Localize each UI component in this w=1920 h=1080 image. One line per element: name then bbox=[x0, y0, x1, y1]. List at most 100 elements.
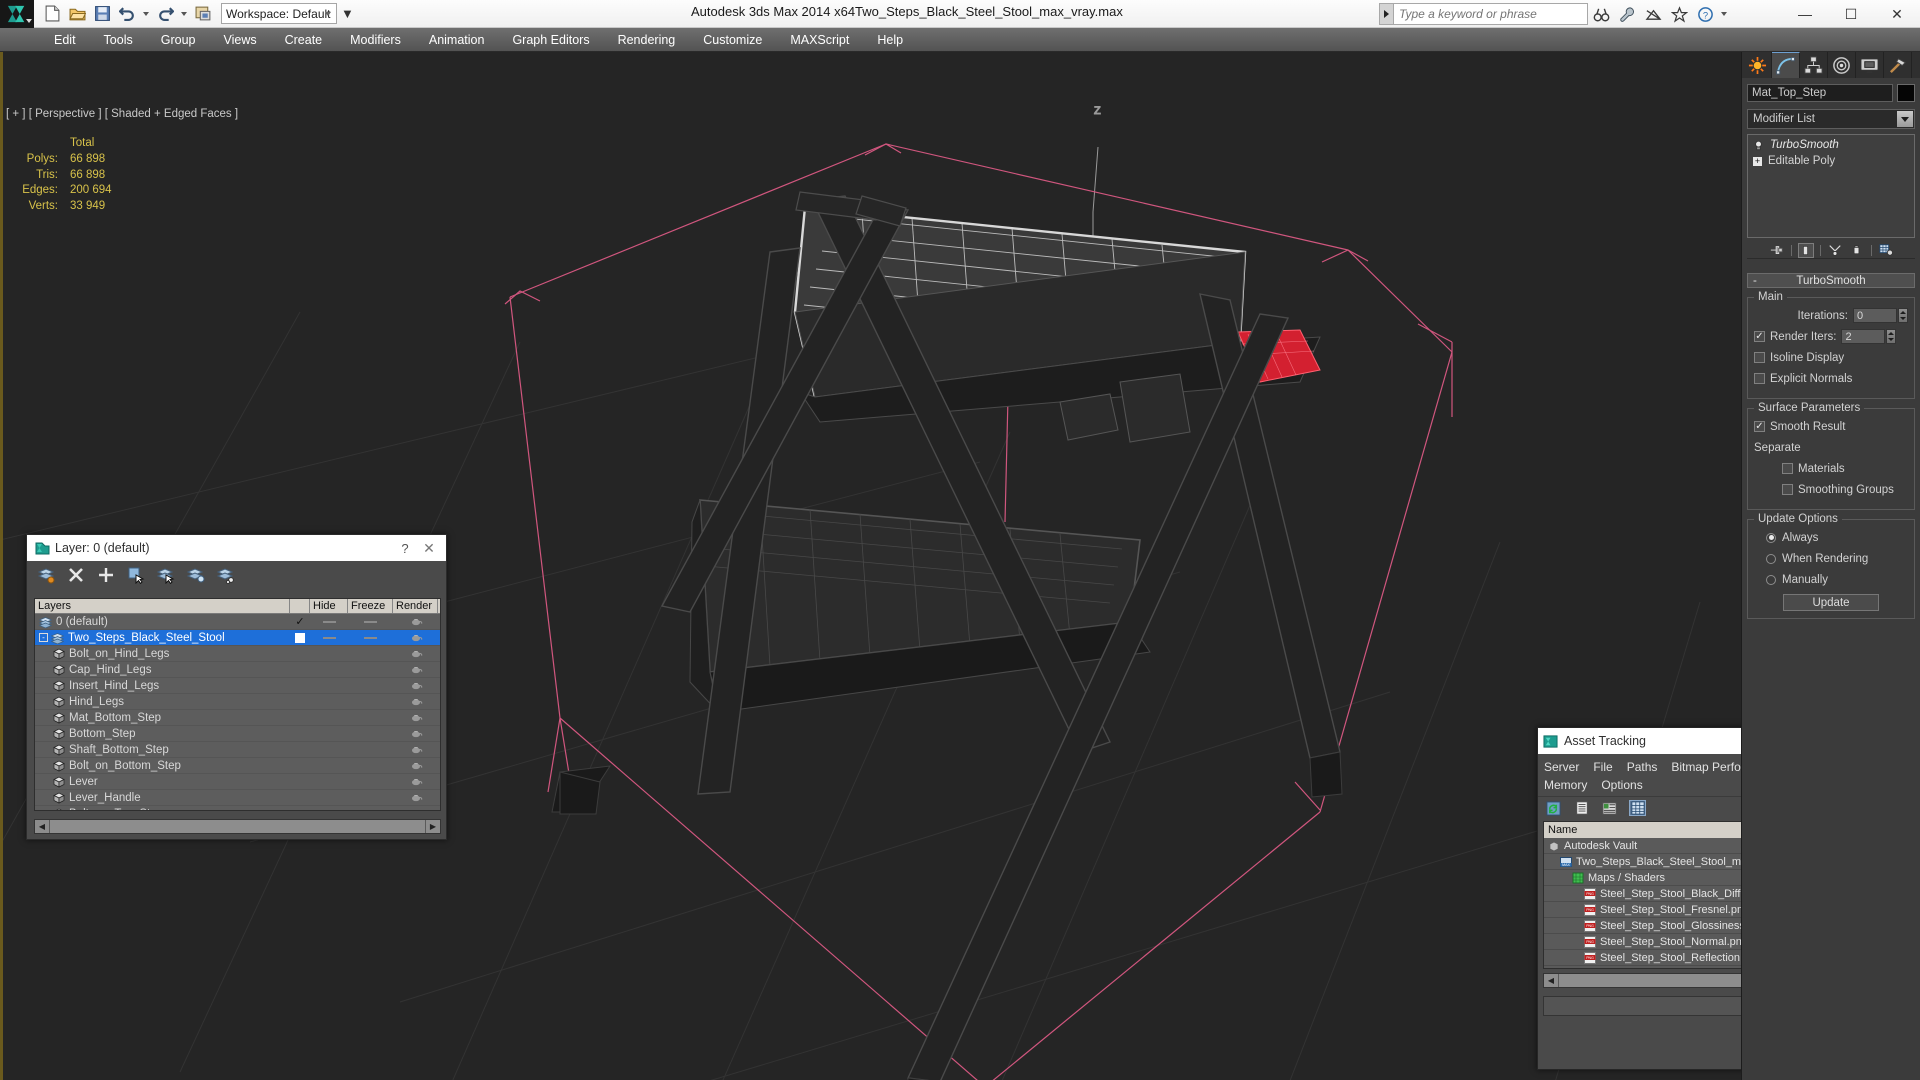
radio-manually[interactable] bbox=[1766, 574, 1776, 585]
radio-always-row[interactable]: Always bbox=[1754, 529, 1908, 546]
materials-checkbox[interactable] bbox=[1782, 463, 1793, 474]
highlight-selected-objects-icon[interactable] bbox=[155, 565, 176, 586]
layer-name-cell[interactable]: Mat_Bottom_Step bbox=[35, 712, 290, 724]
radio-always[interactable] bbox=[1766, 532, 1776, 543]
layer-render-cell[interactable] bbox=[393, 809, 438, 810]
pin-stack-icon[interactable] bbox=[1769, 243, 1785, 258]
rollout-header[interactable]: - TurboSmooth bbox=[1747, 273, 1915, 288]
lightbulb-icon[interactable] bbox=[1753, 140, 1764, 151]
modify-tab[interactable] bbox=[1772, 52, 1800, 78]
layer-render-cell[interactable] bbox=[393, 633, 438, 642]
refresh-icon[interactable] bbox=[1545, 800, 1562, 816]
layer-col-layers[interactable]: Layers bbox=[35, 599, 290, 613]
layer-color-cell[interactable] bbox=[438, 792, 440, 803]
layer-row[interactable]: Insert_Hind_Legs bbox=[35, 678, 440, 694]
layer-color-cell[interactable] bbox=[438, 808, 440, 810]
menu-item-edit[interactable]: Edit bbox=[40, 28, 90, 52]
layer-list[interactable]: Layers Hide Freeze Render Color 0 (defau… bbox=[34, 598, 441, 811]
object-name-field[interactable]: Mat_Top_Step bbox=[1747, 84, 1893, 102]
menu-item-modifiers[interactable]: Modifiers bbox=[336, 28, 415, 52]
add-layer-icon[interactable] bbox=[95, 565, 116, 586]
maximize-button[interactable]: ☐ bbox=[1828, 0, 1874, 28]
utilities-tab[interactable] bbox=[1884, 52, 1912, 78]
layer-list-hscrollbar[interactable]: ◀ ▶ bbox=[34, 819, 441, 834]
layer-current-cell[interactable]: ✓ bbox=[290, 615, 310, 628]
expand-icon[interactable]: + bbox=[1753, 156, 1762, 166]
minimize-button[interactable]: — bbox=[1782, 0, 1828, 28]
layer-row[interactable]: Lever bbox=[35, 774, 440, 790]
layer-name-cell[interactable]: Lever_Handle bbox=[35, 792, 290, 804]
new-layer-icon[interactable] bbox=[35, 565, 56, 586]
layer-name-cell[interactable]: Lever bbox=[35, 776, 290, 788]
render-iters-checkbox[interactable] bbox=[1754, 331, 1765, 342]
layer-render-cell[interactable] bbox=[393, 761, 438, 770]
layer-row[interactable]: Mat_Bottom_Step bbox=[35, 710, 440, 726]
layer-render-cell[interactable] bbox=[393, 745, 438, 754]
layer-name-cell[interactable]: Cap_Hind_Legs bbox=[35, 664, 290, 676]
new-file-icon[interactable] bbox=[40, 2, 64, 26]
layer-color-cell[interactable] bbox=[438, 616, 440, 627]
layer-color-cell[interactable] bbox=[438, 648, 440, 659]
layer-name-cell[interactable]: Bolt_on_Top_Step bbox=[35, 808, 290, 810]
isoline-display-checkbox[interactable] bbox=[1754, 352, 1765, 363]
menu-item-maxscript[interactable]: MAXScript bbox=[776, 28, 863, 52]
modifier-list-dropdown[interactable]: Modifier List bbox=[1747, 109, 1915, 129]
hierarchy-tab[interactable] bbox=[1800, 52, 1828, 78]
layer-scroll-left-button[interactable]: ◀ bbox=[35, 820, 49, 833]
smooth-result-checkbox[interactable] bbox=[1754, 421, 1765, 432]
layer-name-cell[interactable]: Bolt_on_Hind_Legs bbox=[35, 648, 290, 660]
modifier-list-caret-icon[interactable] bbox=[1897, 111, 1913, 127]
app-logo[interactable] bbox=[0, 0, 34, 28]
layer-freeze-cell[interactable] bbox=[348, 620, 393, 623]
asset-scroll-left-button[interactable]: ◀ bbox=[1544, 974, 1558, 987]
layer-render-cell[interactable] bbox=[393, 665, 438, 674]
update-button[interactable]: Update bbox=[1783, 594, 1879, 611]
radio-manually-row[interactable]: Manually bbox=[1754, 571, 1908, 588]
render-iters-field[interactable]: 2 bbox=[1841, 329, 1886, 344]
workspace-selector[interactable]: Workspace: Default bbox=[221, 3, 337, 24]
layer-dialog-help-button[interactable]: ? bbox=[394, 541, 416, 556]
menu-item-graph-editors[interactable]: Graph Editors bbox=[498, 28, 603, 52]
layer-render-cell[interactable] bbox=[393, 713, 438, 722]
layer-col-color[interactable]: Color bbox=[438, 599, 440, 613]
modifier-stack-item-editable-poly[interactable]: + Editable Poly bbox=[1748, 153, 1914, 169]
smoothing-groups-checkbox[interactable] bbox=[1782, 484, 1793, 495]
iterations-spinner[interactable] bbox=[1898, 308, 1908, 323]
layer-row[interactable]: Lever_Handle bbox=[35, 790, 440, 806]
modifier-stack[interactable]: TurboSmooth + Editable Poly bbox=[1747, 134, 1915, 238]
undo-icon[interactable] bbox=[115, 2, 139, 26]
list-view-icon[interactable] bbox=[1573, 800, 1590, 816]
help-dropdown-caret[interactable] bbox=[1721, 12, 1727, 16]
asset-menu-server[interactable]: Server bbox=[1544, 760, 1579, 774]
explicit-normals-checkbox[interactable] bbox=[1754, 373, 1765, 384]
layer-color-cell[interactable] bbox=[438, 744, 440, 755]
delete-layer-icon[interactable] bbox=[65, 565, 86, 586]
favorites-star-icon[interactable] bbox=[1666, 3, 1692, 25]
save-file-icon[interactable] bbox=[90, 2, 114, 26]
object-color-swatch[interactable] bbox=[1897, 84, 1915, 102]
layer-hide-cell[interactable] bbox=[310, 620, 348, 623]
grid-view-icon[interactable] bbox=[1629, 800, 1646, 816]
help-icon[interactable]: ? bbox=[1692, 3, 1718, 25]
layer-render-cell[interactable] bbox=[393, 697, 438, 706]
workspace-dropdown-icon[interactable]: ▼ bbox=[341, 6, 354, 21]
create-tab[interactable] bbox=[1744, 52, 1772, 78]
make-unique-icon[interactable] bbox=[1827, 243, 1843, 258]
layer-col-freeze[interactable]: Freeze bbox=[348, 599, 393, 613]
layer-active-check[interactable] bbox=[295, 632, 305, 643]
layer-render-cell[interactable] bbox=[393, 649, 438, 658]
layer-name-cell[interactable]: - Two_Steps_Black_Steel_Stool bbox=[35, 632, 290, 644]
layer-dialog-close-button[interactable]: ✕ bbox=[416, 540, 442, 557]
search-input[interactable] bbox=[1393, 3, 1588, 25]
layer-current-cell[interactable] bbox=[290, 632, 310, 643]
asset-menu-options[interactable]: Options bbox=[1601, 778, 1642, 792]
layer-color-cell[interactable] bbox=[438, 664, 440, 675]
satellite-dish-icon[interactable] bbox=[1640, 3, 1666, 25]
layer-row[interactable]: Shaft_Bottom_Step bbox=[35, 742, 440, 758]
layer-render-cell[interactable] bbox=[393, 793, 438, 802]
layer-render-cell[interactable] bbox=[393, 617, 438, 626]
layer-row[interactable]: Bolt_on_Top_Step bbox=[35, 806, 440, 810]
viewport-label[interactable]: [ + ] [ Perspective ] [ Shaded + Edged F… bbox=[6, 108, 238, 120]
layer-col-hide[interactable]: Hide bbox=[310, 599, 348, 613]
layer-color-cell[interactable] bbox=[438, 776, 440, 787]
